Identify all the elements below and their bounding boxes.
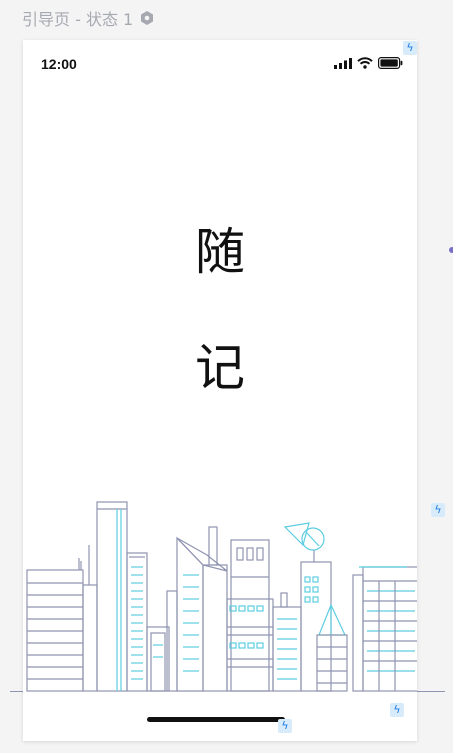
status-icons — [334, 57, 403, 69]
hexagon-gear-icon — [141, 11, 154, 25]
phone-frame: 12:00 随 记 — [23, 40, 417, 741]
page-label: 引导页 - 状态 1 — [22, 7, 155, 29]
city-skyline-illustration — [26, 501, 417, 692]
battery-icon — [378, 57, 403, 69]
signal-icon — [334, 57, 352, 69]
side-handle-dot[interactable] — [449, 247, 453, 253]
app-title-char-2: 记 — [195, 339, 245, 397]
status-time: 12:00 — [41, 56, 77, 72]
wifi-icon — [357, 57, 373, 69]
lightning-icon[interactable]: ϟ — [390, 703, 404, 717]
home-indicator[interactable] — [147, 717, 285, 722]
lightning-icon[interactable]: ϟ — [403, 41, 417, 55]
page-label-text: 引导页 - 状态 1 — [22, 10, 134, 29]
lightning-icon[interactable]: ϟ — [431, 503, 445, 517]
app-title-char-1: 随 — [195, 223, 245, 281]
lightning-icon[interactable]: ϟ — [278, 719, 292, 733]
